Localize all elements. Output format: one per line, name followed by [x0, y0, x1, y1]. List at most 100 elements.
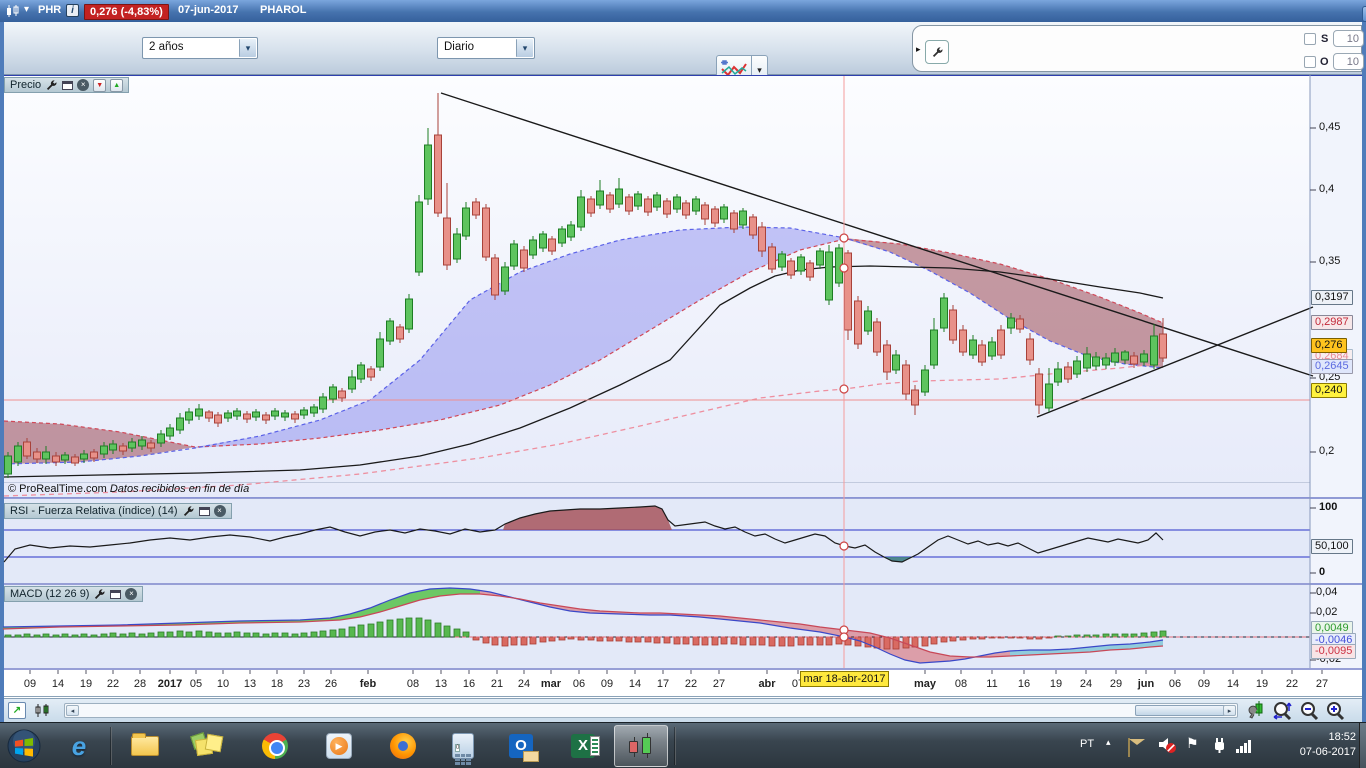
- range-caret-icon[interactable]: ▾: [239, 39, 256, 57]
- price-change-badge: 0,276 (-4,83%): [84, 4, 169, 20]
- detach-window-icon[interactable]: [62, 80, 74, 90]
- stop-checkbox[interactable]: [1304, 33, 1316, 45]
- x-axis-label: 17: [656, 678, 670, 690]
- draw-export-icon[interactable]: ↗: [8, 702, 26, 719]
- x-axis-label: 18: [270, 678, 284, 690]
- x-axis-label: 28: [133, 678, 147, 690]
- sell-shortcut-icon[interactable]: ▼: [93, 78, 107, 92]
- taskbar-outlook-icon[interactable]: O: [494, 725, 548, 767]
- s-checkbox-label: S: [1321, 33, 1329, 45]
- start-button[interactable]: [2, 725, 46, 767]
- price-marker-label: 0,3197: [1311, 290, 1353, 305]
- objective-checkbox[interactable]: [1304, 56, 1316, 68]
- x-axis-label: 21: [490, 678, 504, 690]
- x-axis-label: feb: [359, 678, 377, 690]
- titlebar-date: 07-jun-2017: [178, 4, 239, 16]
- x-axis-label: 29: [1109, 678, 1123, 690]
- hidden-icons-chevron[interactable]: ▴: [1106, 737, 1111, 748]
- show-desktop-button[interactable]: [1359, 723, 1366, 768]
- taskbar-media-player-icon[interactable]: ▶: [312, 725, 366, 767]
- taskbar-clock[interactable]: 18:52 07-06-2017: [1268, 730, 1356, 760]
- panel-collapse-arrow[interactable]: ▸: [916, 44, 921, 55]
- wrench-icon[interactable]: [93, 588, 106, 601]
- o-value-input[interactable]: [1333, 53, 1364, 70]
- x-axis-label: 06: [572, 678, 586, 690]
- price-panel-title: Precio: [10, 79, 42, 91]
- s-value-input[interactable]: [1333, 30, 1364, 47]
- taskbar-internet-explorer-icon[interactable]: e: [52, 725, 106, 767]
- x-axis-label: 13: [243, 678, 257, 690]
- taskbar-firefox-icon[interactable]: [376, 725, 430, 767]
- candlestick-tool-icon[interactable]: [34, 702, 52, 719]
- x-axis-label: may: [913, 678, 937, 690]
- wrench-icon[interactable]: [182, 505, 195, 518]
- tray-language[interactable]: PT: [1080, 738, 1094, 768]
- price-marker-label: 0,240: [1311, 383, 1347, 398]
- close-button[interactable]: ×: [1362, 6, 1366, 20]
- info-icon[interactable]: i: [66, 4, 79, 17]
- chart-settings-icon[interactable]: [1248, 701, 1265, 724]
- macd-panel-tab: MACD (12 26 9) ×: [4, 586, 144, 602]
- timeframe-select[interactable]: Diario ▾: [437, 37, 535, 59]
- taskbar-file-explorer-icon[interactable]: [118, 725, 172, 767]
- app-candlestick-icon: [6, 4, 20, 21]
- buy-shortcut-icon[interactable]: ▲: [110, 78, 124, 92]
- taskbar-trading-platform-icon[interactable]: [614, 725, 668, 767]
- order-panel: ▸ Cant Límite ▼▲ ▼▲ Stop ▲▼ ▲▼ ▲▼: [912, 25, 1362, 72]
- network-signal-icon[interactable]: [1236, 740, 1251, 753]
- close-icon[interactable]: ×: [125, 588, 138, 600]
- action-center-flag-icon[interactable]: ⚑: [1186, 735, 1199, 752]
- x-axis-label: 14: [628, 678, 642, 690]
- scrollbar-thumb[interactable]: [1135, 705, 1229, 716]
- scroll-left-icon[interactable]: ◂: [66, 705, 79, 716]
- timeframe-caret-icon[interactable]: ▾: [516, 39, 533, 57]
- x-axis-label: 19: [79, 678, 93, 690]
- x-axis-label: mar: [540, 678, 562, 690]
- tray-date: 07-06-2017: [1299, 746, 1356, 758]
- x-axis-label: 16: [462, 678, 476, 690]
- x-axis-label: 24: [1079, 678, 1093, 690]
- scroll-right-icon[interactable]: ▸: [1223, 705, 1236, 716]
- price-axis-tick: 0,45: [1319, 121, 1341, 133]
- data-note-text: Datos recibidos en fin de día: [109, 483, 250, 495]
- x-axis-label: 06: [1168, 678, 1182, 690]
- taskbar-calculator-icon[interactable]: 0: [440, 725, 486, 767]
- range-value: 2 años: [149, 41, 184, 53]
- x-axis-label: 08: [406, 678, 420, 690]
- volume-muted-icon[interactable]: [1158, 736, 1178, 759]
- close-icon[interactable]: ×: [213, 505, 226, 517]
- price-marker-label: 0,276: [1311, 338, 1347, 353]
- copyright-line: © ProRealTime.com Datos recibidos en fin…: [8, 483, 249, 495]
- x-axis-label: 22: [106, 678, 120, 690]
- price-marker-label: 0,2987: [1311, 315, 1353, 330]
- taskbar-chrome-icon[interactable]: [248, 725, 302, 767]
- close-icon[interactable]: ×: [77, 79, 90, 91]
- range-select[interactable]: 2 años ▾: [142, 37, 258, 59]
- x-axis-label: 27: [712, 678, 726, 690]
- x-axis-label: 26: [324, 678, 338, 690]
- taskbar-sticky-notes-icon[interactable]: [184, 725, 238, 767]
- x-axis-label: 2017: [157, 678, 183, 690]
- price-axis-tick: 0,2: [1319, 445, 1335, 457]
- horizontal-scrollbar[interactable]: ◂ ▸: [64, 703, 1238, 718]
- tray-time: 18:52: [1328, 731, 1356, 743]
- power-plug-icon[interactable]: [1210, 736, 1228, 759]
- x-axis-label: 14: [1226, 678, 1240, 690]
- symbol-label: PHR: [38, 4, 62, 16]
- detach-window-icon[interactable]: [110, 589, 122, 599]
- detach-window-icon[interactable]: [198, 506, 210, 516]
- mail-icon[interactable]: [1128, 738, 1130, 757]
- windows-taskbar: e ▶ 0 O X PT ▴ ⚑ 18:52 07-06-2017: [0, 722, 1366, 768]
- x-axis-label: 22: [684, 678, 698, 690]
- order-settings-wrench-icon[interactable]: [925, 40, 949, 64]
- symbol-dropdown-caret[interactable]: ▾: [24, 4, 29, 15]
- taskbar-excel-icon[interactable]: X: [556, 725, 610, 767]
- trading-app-window: ▾ PHR i 0,276 (-4,83%) 07-jun-2017 PHARO…: [0, 0, 1366, 768]
- rsi-panel-title: RSI - Fuerza Relativa (índice) (14): [10, 505, 178, 517]
- x-axis-label: 09: [600, 678, 614, 690]
- price-chart-canvas[interactable]: [0, 75, 1366, 698]
- chart-area[interactable]: Precio × ▼ ▲ © ProRealTime.com Datos rec…: [0, 75, 1366, 698]
- wrench-icon[interactable]: [45, 79, 58, 92]
- x-axis-label: 05: [189, 678, 203, 690]
- x-axis-label: 27: [1315, 678, 1329, 690]
